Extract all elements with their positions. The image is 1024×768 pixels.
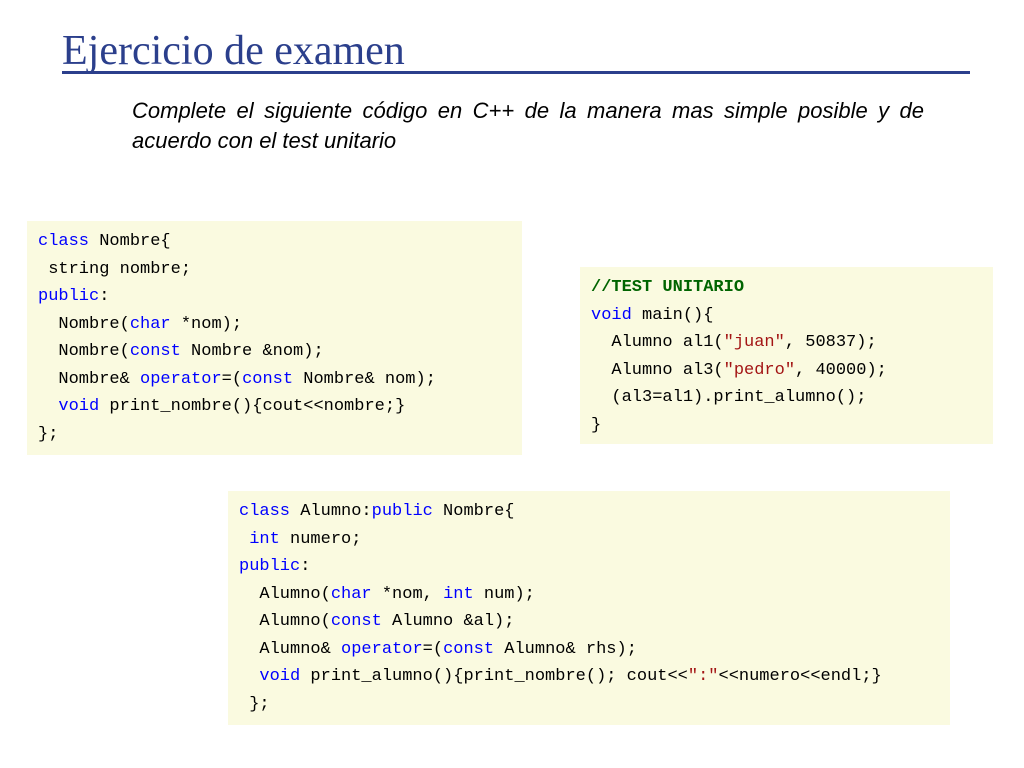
code-text: (al3=al1).print_alumno(); <box>591 388 867 407</box>
code-keyword: public <box>371 502 433 521</box>
code-text: num); <box>473 584 535 604</box>
code-keyword: operator <box>341 639 423 659</box>
code-text: Nombre &nom); <box>180 342 324 361</box>
code-keyword: operator <box>140 369 222 389</box>
code-text: Alumno al1( <box>591 333 724 352</box>
code-text: Alumno &al); <box>381 612 515 631</box>
code-text: =( <box>422 639 444 659</box>
code-text: Alumno: <box>290 502 372 521</box>
code-line: (al3=al1).print_alumno(); <box>591 384 993 412</box>
code-keyword: const <box>129 342 181 361</box>
code-text: }; <box>38 424 59 444</box>
code-line: Alumno al3("pedro", 40000); <box>591 357 993 385</box>
code-keyword: class <box>38 232 90 251</box>
code-text: Nombre{ <box>89 232 171 251</box>
code-line: //TEST UNITARIO <box>591 274 993 302</box>
code-string: "juan" <box>723 333 785 352</box>
code-text: Alumno& <box>239 639 342 659</box>
code-text: : <box>99 287 110 306</box>
code-keyword: class <box>239 502 291 521</box>
code-text: , 50837); <box>784 333 877 352</box>
code-comment: //TEST UNITARIO <box>591 278 745 297</box>
code-line: public: <box>38 283 522 311</box>
code-text: : <box>300 557 311 576</box>
title-underline <box>62 71 970 74</box>
code-line: void print_nombre(){cout<<nombre;} <box>38 393 522 421</box>
code-text: Alumno& rhs); <box>494 639 637 659</box>
code-line: Nombre(const Nombre &nom); <box>38 338 522 366</box>
code-keyword: char <box>129 314 171 334</box>
code-keyword: int <box>443 584 474 604</box>
code-line: }; <box>38 421 522 449</box>
code-line: class Nombre{ <box>38 228 522 256</box>
code-text: Nombre( <box>38 342 130 361</box>
code-line: }; <box>239 691 950 719</box>
code-keyword: void <box>591 305 632 325</box>
code-text: Alumno al3( <box>591 360 724 380</box>
slide-title: Ejercicio de examen <box>62 28 405 74</box>
code-line: void main(){ <box>591 302 993 330</box>
code-line: Nombre(char *nom); <box>38 311 522 339</box>
code-text: print_alumno(){print_nombre(); cout<< <box>300 667 688 686</box>
instructions-text: Complete el siguiente código en C++ de l… <box>132 98 924 153</box>
code-keyword: public <box>239 557 301 576</box>
code-text: print_nombre(){cout<<nombre;} <box>99 397 406 416</box>
code-keyword: void <box>259 667 301 686</box>
code-keyword: const <box>443 639 495 659</box>
code-keyword: int <box>249 529 280 549</box>
code-line: Alumno(char *nom, int num); <box>239 581 950 609</box>
code-keyword: void <box>58 397 100 416</box>
code-text: <<numero<<endl;} <box>718 667 882 686</box>
code-line: Alumno& operator=(const Alumno& rhs); <box>239 636 950 664</box>
code-text: }; <box>239 694 270 714</box>
code-text: Alumno( <box>239 584 331 604</box>
code-block-unit-test: //TEST UNITARIO void main(){ Alumno al1("… <box>580 267 993 444</box>
code-line: int numero; <box>239 526 950 554</box>
code-string: "pedro" <box>723 360 796 380</box>
code-line: Alumno(const Alumno &al); <box>239 608 950 636</box>
code-line: Nombre& operator=(const Nombre& nom); <box>38 366 522 394</box>
code-text: Nombre( <box>38 314 130 334</box>
code-line: string nombre; <box>38 256 522 284</box>
code-text: *nom, <box>371 584 444 604</box>
code-text: string nombre; <box>38 259 192 279</box>
code-text: , 40000); <box>795 360 887 380</box>
code-text: Nombre& <box>38 369 141 389</box>
code-text: numero; <box>279 529 362 549</box>
code-block-nombre: class Nombre{ string nombre; public: Nomb… <box>27 221 522 455</box>
code-block-alumno: class Alumno:public Nombre{ int numero; p… <box>228 491 950 725</box>
code-text: *nom); <box>170 314 243 334</box>
code-line: public: <box>239 553 950 581</box>
code-keyword: const <box>330 612 382 631</box>
code-line: void print_alumno(){print_nombre(); cout… <box>239 663 950 691</box>
code-line: Alumno al1("juan", 50837); <box>591 329 993 357</box>
code-keyword: const <box>242 369 294 389</box>
code-text: main(){ <box>631 305 714 325</box>
code-text: Nombre{ <box>432 502 515 521</box>
code-text: } <box>591 415 602 435</box>
code-line: class Alumno:public Nombre{ <box>239 498 950 526</box>
code-keyword: char <box>330 584 372 604</box>
code-text: =( <box>221 369 243 389</box>
code-text: Nombre& nom); <box>293 369 436 389</box>
code-keyword: public <box>38 287 100 306</box>
code-string: ":" <box>687 667 719 686</box>
code-line: } <box>591 412 993 440</box>
code-text: Alumno( <box>239 612 331 631</box>
